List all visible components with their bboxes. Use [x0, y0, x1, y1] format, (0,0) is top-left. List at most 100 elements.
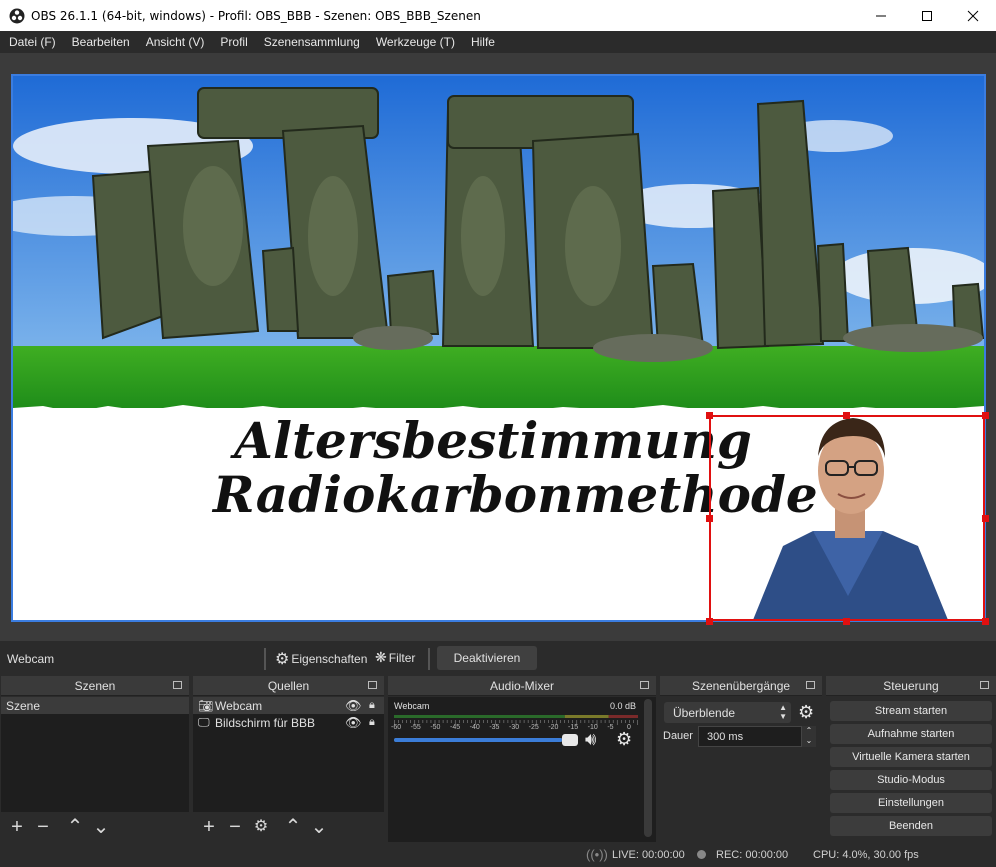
transitions-header: Szenenübergänge: [660, 676, 822, 696]
meter-tick-label: -20: [548, 724, 559, 731]
title-bar: OBS 26.1.1 (64-bit, windows) - Profil: O…: [0, 0, 996, 31]
float-dock-icon[interactable]: [368, 681, 377, 689]
rec-time: REC: 00:00:00: [716, 849, 789, 861]
menu-bearbeiten[interactable]: Bearbeiten: [72, 35, 130, 49]
duration-stepper[interactable]: ⌃ ⌄: [802, 726, 816, 747]
move-down-icon[interactable]: ⌄: [91, 817, 111, 837]
exit-button[interactable]: Beenden: [830, 816, 992, 836]
visibility-eye-icon[interactable]: 👁︎: [345, 715, 362, 731]
visibility-eye-icon[interactable]: 👁︎: [345, 698, 362, 714]
gear-icon[interactable]: ⚙: [798, 702, 814, 723]
minimize-button[interactable]: [858, 0, 904, 31]
close-icon: [967, 10, 979, 21]
float-dock-icon[interactable]: [640, 681, 649, 689]
menu-szenensammlung[interactable]: Szenensammlung: [264, 35, 360, 49]
mixer-channel-name: Webcam: [394, 701, 430, 711]
filter-button[interactable]: ❋ Filter: [375, 649, 415, 666]
status-bar: ((•)) LIVE: 00:00:00 REC: 00:00:00 CPU: …: [0, 844, 996, 867]
obs-logo-icon: [9, 8, 25, 23]
meter-tick-label: -30: [509, 724, 520, 731]
filter-icon: ❋: [375, 649, 387, 665]
resize-handle[interactable]: [982, 515, 989, 522]
spinner-arrows-icon: ▲ ▼: [779, 703, 787, 721]
start-virtual-camera-button[interactable]: Virtuelle Kamera starten: [830, 747, 992, 767]
record-dot-icon: [697, 850, 706, 859]
float-dock-icon[interactable]: [806, 681, 815, 689]
sources-footer: + − ⚙ ⌃ ⌄: [193, 812, 384, 842]
add-icon[interactable]: +: [7, 817, 27, 837]
resize-handle[interactable]: [982, 412, 989, 419]
resize-handle[interactable]: [982, 618, 989, 625]
add-icon[interactable]: +: [199, 817, 219, 837]
close-button[interactable]: [950, 0, 996, 31]
source-item-label: Webcam: [215, 698, 263, 713]
resize-handle[interactable]: [843, 412, 850, 419]
properties-button[interactable]: ⚙ Eigenschaften: [275, 649, 367, 669]
start-stream-button[interactable]: Stream starten: [830, 701, 992, 721]
lock-icon[interactable]: 🔒︎: [369, 716, 375, 729]
scene-item-label: Szene: [6, 698, 41, 713]
meter-tick-label: -25: [528, 724, 539, 731]
window-title: OBS 26.1.1 (64-bit, windows) - Profil: O…: [31, 8, 481, 23]
gear-icon: ⚙: [275, 651, 290, 668]
menu-ansicht[interactable]: Ansicht (V): [146, 35, 205, 49]
camera-icon: 📷︎: [198, 698, 214, 713]
volume-slider-handle[interactable]: [562, 734, 578, 746]
menu-hilfe[interactable]: Hilfe: [471, 35, 495, 49]
selection-box[interactable]: [709, 415, 985, 621]
scenes-dock: Szenen Szene + − ⌃ ⌄: [1, 676, 189, 842]
meter-tick-label: -55: [410, 724, 421, 731]
scenes-header-label: Szenen: [74, 678, 116, 693]
scene-item[interactable]: Szene: [1, 697, 189, 714]
move-up-icon[interactable]: ⌃: [283, 817, 303, 837]
menu-werkzeuge[interactable]: Werkzeuge (T): [376, 35, 455, 49]
deactivate-button[interactable]: Deaktivieren: [437, 646, 537, 670]
meter-tick-label: -40: [469, 724, 480, 731]
start-recording-button[interactable]: Aufnahme starten: [830, 724, 992, 744]
meter-tick-label: -60: [391, 724, 402, 731]
selected-source-label: Webcam: [7, 652, 55, 666]
speaker-icon[interactable]: 🔊︎: [585, 729, 596, 750]
resize-handle[interactable]: [706, 515, 713, 522]
duration-value: 300 ms: [707, 730, 744, 743]
studio-mode-button[interactable]: Studio-Modus: [830, 770, 992, 790]
resize-handle[interactable]: [843, 618, 850, 625]
duration-label: Dauer: [663, 730, 693, 742]
move-down-icon[interactable]: ⌄: [309, 817, 329, 837]
source-item[interactable]: 🖵 Bildschirm für BBB 👁︎ 🔒︎: [193, 714, 384, 731]
float-dock-icon[interactable]: [980, 681, 989, 689]
source-item[interactable]: 📷︎ Webcam 👁︎ 🔒︎: [193, 697, 384, 714]
remove-icon[interactable]: −: [225, 817, 245, 837]
meter-tick-label: -35: [489, 724, 500, 731]
duration-input[interactable]: 300 ms: [698, 726, 802, 747]
controls-header-label: Steuerung: [883, 678, 939, 693]
menu-datei[interactable]: Datei (F): [9, 35, 56, 49]
volume-slider[interactable]: [394, 734, 578, 746]
move-up-icon[interactable]: ⌃: [65, 817, 85, 837]
mixer-scrollbar[interactable]: [644, 699, 652, 837]
source-item-label: Bildschirm für BBB: [215, 715, 316, 730]
gear-icon[interactable]: ⚙: [616, 729, 632, 750]
float-dock-icon[interactable]: [173, 681, 182, 689]
meter-tick-label: -15: [568, 724, 579, 731]
mixer-header-label: Audio-Mixer: [489, 678, 555, 693]
maximize-icon: [922, 10, 932, 21]
transitions-header-label: Szenenübergänge: [691, 678, 791, 693]
sources-header-label: Quellen: [267, 678, 310, 693]
menu-profil[interactable]: Profil: [220, 35, 247, 49]
chevron-up-icon[interactable]: ⌃: [806, 726, 813, 735]
meter-tick-label: -50: [430, 724, 441, 731]
resize-handle[interactable]: [706, 412, 713, 419]
lock-icon[interactable]: 🔒︎: [369, 699, 375, 712]
chevron-down-icon[interactable]: ⌄: [806, 736, 813, 745]
remove-icon[interactable]: −: [33, 817, 53, 837]
scenes-footer: + − ⌃ ⌄: [1, 812, 189, 842]
transitions-dock: Szenenübergänge Überblende ▲ ▼ ⚙ Dauer 30…: [660, 676, 822, 842]
settings-button[interactable]: Einstellungen: [830, 793, 992, 813]
maximize-button[interactable]: [904, 0, 950, 31]
resize-handle[interactable]: [706, 618, 713, 625]
mixer-header: Audio-Mixer: [388, 676, 656, 696]
transition-select[interactable]: Überblende ▲ ▼: [664, 702, 791, 723]
gear-icon[interactable]: ⚙: [251, 817, 271, 837]
preview-title-line2: Radiokarbonmethode: [213, 465, 818, 524]
